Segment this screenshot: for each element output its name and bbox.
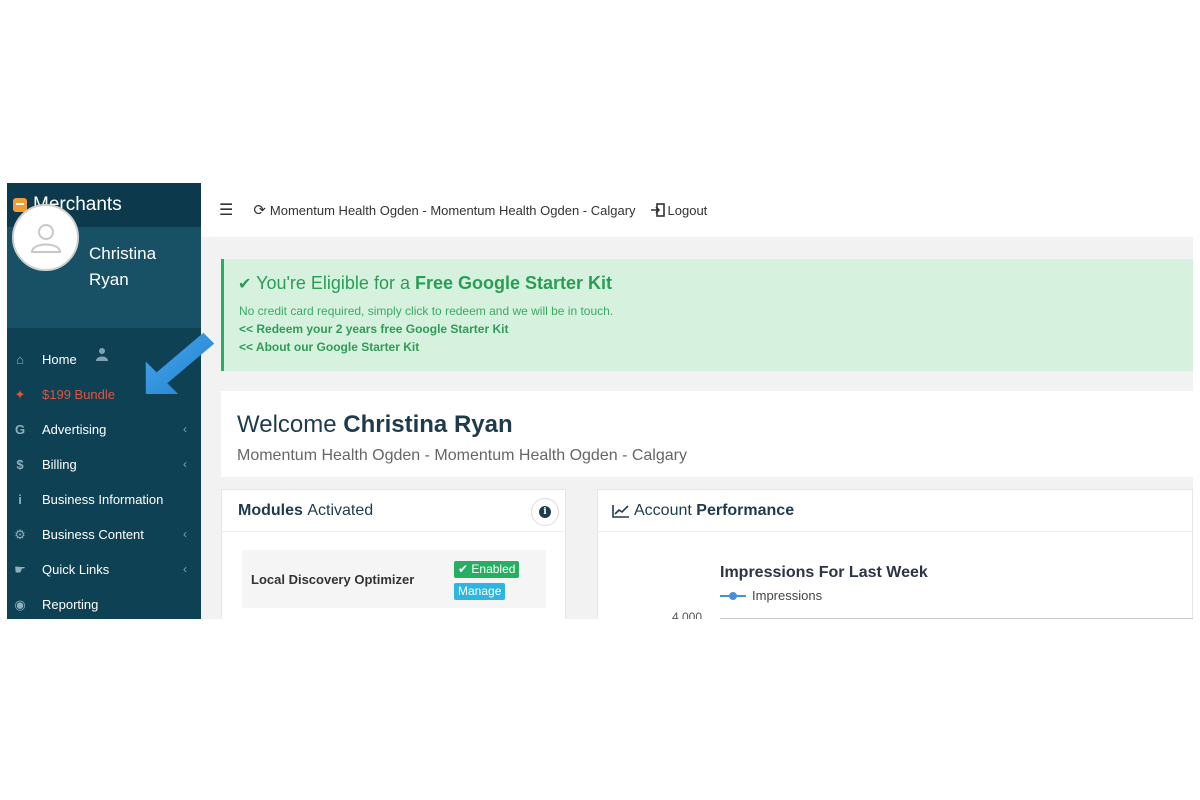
modules-activated-panel: Modules Activated i Local Discovery Opti… — [221, 489, 566, 619]
chevron-left-icon: ‹ — [183, 562, 187, 576]
account-performance-panel: Account Performance Impressions For Last… — [597, 489, 1193, 619]
sidebar-item-business-information[interactable]: i Business Information — [7, 482, 201, 517]
pointer-arrow-icon — [145, 332, 215, 394]
dollar-icon: $ — [16, 457, 24, 472]
check-circle-icon: ✔ — [238, 276, 252, 293]
sidebar-item-label: $199 Bundle — [42, 387, 116, 402]
sidebar-item-quick-links[interactable]: ☛ Quick Links ‹ — [7, 552, 201, 587]
module-row: Local Discovery Optimizer ✔ Enabled Mana… — [242, 550, 546, 608]
check-icon: ✔ — [458, 562, 469, 576]
app-window: Merchants Christina Ryan ⌂ Home ✦ $199 B… — [7, 183, 1193, 619]
y-tick-label: 4,000 — [672, 610, 703, 619]
sidebar-item-label: Business Information — [42, 492, 164, 507]
logout-icon[interactable] — [650, 203, 666, 217]
location-selector[interactable]: Momentum Health Ogden - Momentum Health … — [270, 203, 636, 218]
sidebar-item-label: Advertising — [42, 422, 107, 437]
about-starter-kit-link[interactable]: << About our Google Starter Kit — [239, 340, 419, 354]
sidebar-item-label: Business Content — [42, 527, 144, 542]
home-icon: ⌂ — [16, 352, 24, 367]
banner-title: ✔ You're Eligible for a Free Google Star… — [238, 273, 613, 293]
hand-icon: ☛ — [14, 561, 26, 577]
sidebar-item-advertising[interactable]: G Advertising ‹ — [7, 412, 201, 447]
refresh-icon[interactable]: ⟳ — [253, 201, 266, 219]
chart-legend[interactable]: Impressions — [720, 588, 822, 603]
sidebar-item-label: Quick Links — [42, 562, 110, 577]
welcome-panel: Welcome Christina Ryan Momentum Health O… — [221, 391, 1193, 477]
starter-kit-banner: ✔ You're Eligible for a Free Google Star… — [221, 259, 1193, 371]
chevron-left-icon: ‹ — [183, 527, 187, 541]
banner-subtitle: No credit card required, simply click to… — [239, 304, 614, 318]
gear-icon: ⚙ — [14, 526, 26, 542]
chevron-left-icon: ‹ — [183, 422, 187, 436]
flame-icon: ✦ — [14, 386, 26, 402]
sidebar-item-reporting[interactable]: ◉ Reporting — [7, 587, 201, 619]
line-chart-icon — [612, 504, 629, 518]
module-name: Local Discovery Optimizer — [251, 572, 415, 587]
panel-title: Account Performance — [598, 490, 1192, 532]
chart-gridline — [720, 618, 1193, 619]
redeem-starter-kit-link[interactable]: << Redeem your 2 years free Google Start… — [239, 322, 508, 336]
sidebar-item-label: Home — [42, 352, 77, 367]
chart-title: Impressions For Last Week — [720, 564, 928, 581]
sidebar-item-label: Reporting — [42, 597, 99, 612]
top-header: ☰ ⟳ Momentum Health Ogden - Momentum Hea… — [201, 183, 1193, 237]
page-title: Welcome Christina Ryan — [237, 411, 513, 438]
status-badge: ✔ Enabled — [454, 561, 520, 578]
menu-icon[interactable]: ☰ — [219, 200, 233, 220]
modules-info-button[interactable]: i — [531, 498, 559, 526]
logout-link[interactable]: Logout — [668, 203, 708, 218]
user-panel: Christina Ryan — [7, 204, 201, 361]
page-subtitle: Momentum Health Ogden - Momentum Health … — [237, 447, 687, 464]
legend-swatch — [720, 591, 746, 601]
sidebar-item-business-content[interactable]: ⚙ Business Content ‹ — [7, 517, 201, 552]
legend-label: Impressions — [752, 588, 823, 603]
google-icon: G — [14, 422, 26, 437]
dashboard-icon: ◉ — [14, 596, 26, 612]
sidebar-item-billing[interactable]: $ Billing ‹ — [7, 447, 201, 482]
info-icon: i — [539, 506, 551, 518]
info-icon: i — [18, 492, 22, 507]
manage-button[interactable]: Manage — [454, 583, 506, 600]
panel-title: Modules Activated — [222, 490, 565, 532]
sidebar-item-label: Billing — [42, 457, 77, 472]
chevron-left-icon: ‹ — [183, 457, 187, 471]
